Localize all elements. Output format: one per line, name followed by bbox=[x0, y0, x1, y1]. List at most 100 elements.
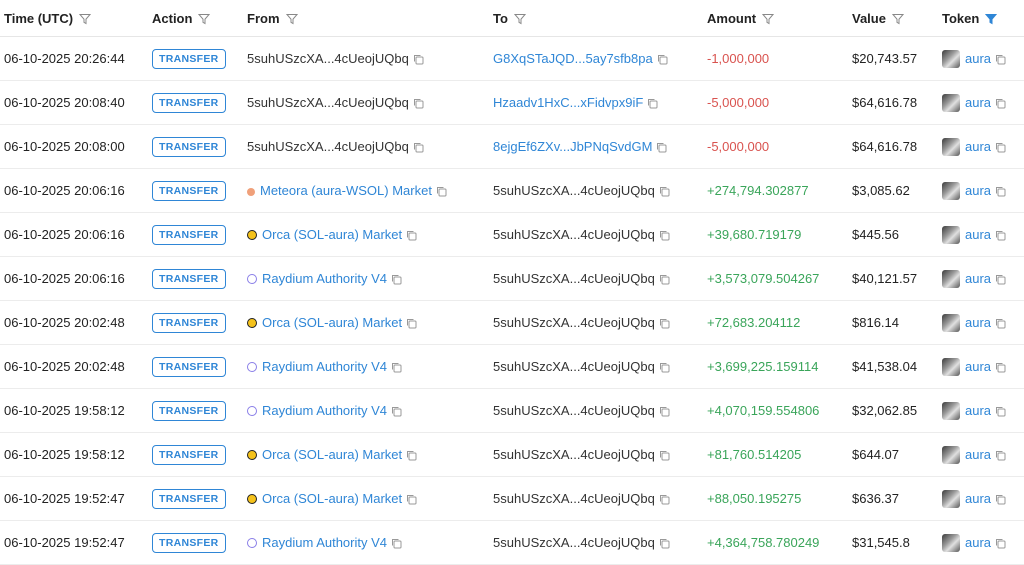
from-address[interactable]: 5suhUSzcXA...4cUeojUQbq bbox=[247, 95, 409, 110]
to-address[interactable]: 5suhUSzcXA...4cUeojUQbq bbox=[493, 227, 655, 242]
action-cell: TRANSFER bbox=[152, 388, 247, 433]
time-text: 06-10-2025 19:52:47 bbox=[4, 491, 125, 506]
from-market-link[interactable]: Raydium Authority V4 bbox=[262, 359, 387, 374]
copy-icon[interactable] bbox=[659, 362, 670, 373]
from-market-link[interactable]: Orca (SOL-aura) Market bbox=[262, 491, 402, 506]
action-cell: TRANSFER bbox=[152, 124, 247, 169]
from-market-link[interactable]: Raydium Authority V4 bbox=[262, 271, 387, 286]
table-row: 06-10-2025 19:58:12 TRANSFER Orca (SOL-a… bbox=[0, 432, 1024, 477]
token-link[interactable]: aura bbox=[965, 535, 991, 550]
copy-icon[interactable] bbox=[647, 98, 658, 109]
copy-icon[interactable] bbox=[406, 318, 417, 329]
from-market-link[interactable]: Raydium Authority V4 bbox=[262, 403, 387, 418]
filter-icon[interactable] bbox=[762, 13, 775, 25]
token-logo bbox=[942, 93, 960, 112]
copy-icon[interactable] bbox=[995, 494, 1006, 505]
from-market-link[interactable]: Raydium Authority V4 bbox=[262, 535, 387, 550]
to-address[interactable]: 5suhUSzcXA...4cUeojUQbq bbox=[493, 535, 655, 550]
token-link[interactable]: aura bbox=[965, 95, 991, 110]
to-address[interactable]: 5suhUSzcXA...4cUeojUQbq bbox=[493, 491, 655, 506]
filter-icon[interactable] bbox=[198, 13, 211, 25]
copy-icon[interactable] bbox=[659, 538, 670, 549]
value-text: $40,121.57 bbox=[852, 271, 918, 286]
copy-icon[interactable] bbox=[406, 494, 417, 505]
token-link[interactable]: aura bbox=[965, 183, 991, 198]
copy-icon[interactable] bbox=[659, 494, 670, 505]
from-address[interactable]: 5suhUSzcXA...4cUeojUQbq bbox=[247, 51, 409, 66]
token-link[interactable]: aura bbox=[965, 271, 991, 286]
copy-icon[interactable] bbox=[406, 450, 417, 461]
amount-text: +3,573,079.504267 bbox=[707, 271, 820, 286]
copy-icon[interactable] bbox=[995, 318, 1006, 329]
token-link[interactable]: aura bbox=[965, 491, 991, 506]
to-address-link[interactable]: Hzaadv1HxC...xFidvpx9iF bbox=[493, 95, 643, 110]
copy-icon[interactable] bbox=[995, 186, 1006, 197]
copy-icon[interactable] bbox=[657, 54, 668, 65]
copy-icon[interactable] bbox=[995, 142, 1006, 153]
copy-icon[interactable] bbox=[995, 54, 1006, 65]
token-link[interactable]: aura bbox=[965, 359, 991, 374]
to-address[interactable]: 5suhUSzcXA...4cUeojUQbq bbox=[493, 183, 655, 198]
to-cell: 5suhUSzcXA...4cUeojUQbq bbox=[493, 168, 707, 213]
to-address-link[interactable]: G8XqSTaJQD...5ay7sfb8pa bbox=[493, 51, 653, 66]
to-address[interactable]: 5suhUSzcXA...4cUeojUQbq bbox=[493, 447, 655, 462]
copy-icon[interactable] bbox=[391, 538, 402, 549]
from-cell: Raydium Authority V4 bbox=[247, 256, 493, 301]
from-market-link[interactable]: Orca (SOL-aura) Market bbox=[262, 447, 402, 462]
copy-icon[interactable] bbox=[995, 274, 1006, 285]
copy-icon[interactable] bbox=[659, 450, 670, 461]
table-row: 06-10-2025 20:02:48 TRANSFER Raydium Aut… bbox=[0, 344, 1024, 389]
copy-icon[interactable] bbox=[995, 450, 1006, 461]
filter-active-icon[interactable] bbox=[985, 13, 998, 25]
to-address[interactable]: 5suhUSzcXA...4cUeojUQbq bbox=[493, 315, 655, 330]
from-market-link[interactable]: Meteora (aura-WSOL) Market bbox=[260, 183, 432, 198]
token-link[interactable]: aura bbox=[965, 139, 991, 154]
copy-icon[interactable] bbox=[659, 406, 670, 417]
copy-icon[interactable] bbox=[413, 98, 424, 109]
from-cell: Orca (SOL-aura) Market bbox=[247, 432, 493, 477]
from-market-link[interactable]: Orca (SOL-aura) Market bbox=[262, 315, 402, 330]
table-row: 06-10-2025 20:26:44 TRANSFER 5suhUSzcXA.… bbox=[0, 36, 1024, 81]
copy-icon[interactable] bbox=[391, 406, 402, 417]
to-cell: 5suhUSzcXA...4cUeojUQbq bbox=[493, 300, 707, 345]
copy-icon[interactable] bbox=[413, 54, 424, 65]
copy-icon[interactable] bbox=[436, 186, 447, 197]
action-cell: TRANSFER bbox=[152, 520, 247, 565]
to-address[interactable]: 5suhUSzcXA...4cUeojUQbq bbox=[493, 403, 655, 418]
copy-icon[interactable] bbox=[659, 186, 670, 197]
to-address[interactable]: 5suhUSzcXA...4cUeojUQbq bbox=[493, 271, 655, 286]
token-link[interactable]: aura bbox=[965, 51, 991, 66]
copy-icon[interactable] bbox=[391, 362, 402, 373]
transfer-badge: TRANSFER bbox=[152, 488, 226, 509]
filter-icon[interactable] bbox=[285, 13, 298, 25]
raydium-icon bbox=[247, 406, 257, 416]
copy-icon[interactable] bbox=[995, 98, 1006, 109]
time-text: 06-10-2025 19:58:12 bbox=[4, 403, 125, 418]
transfer-badge: TRANSFER bbox=[152, 136, 226, 157]
copy-icon[interactable] bbox=[659, 230, 670, 241]
copy-icon[interactable] bbox=[413, 142, 424, 153]
copy-icon[interactable] bbox=[995, 362, 1006, 373]
copy-icon[interactable] bbox=[995, 230, 1006, 241]
filter-icon[interactable] bbox=[891, 13, 904, 25]
copy-icon[interactable] bbox=[406, 230, 417, 241]
copy-icon[interactable] bbox=[659, 274, 670, 285]
copy-icon[interactable] bbox=[656, 142, 667, 153]
filter-icon[interactable] bbox=[513, 13, 526, 25]
token-link[interactable]: aura bbox=[965, 403, 991, 418]
to-address-link[interactable]: 8ejgEf6ZXv...JbPNqSvdGM bbox=[493, 139, 652, 154]
col-from-label: From bbox=[247, 10, 280, 26]
from-address[interactable]: 5suhUSzcXA...4cUeojUQbq bbox=[247, 139, 409, 154]
token-link[interactable]: aura bbox=[965, 315, 991, 330]
copy-icon[interactable] bbox=[995, 406, 1006, 417]
copy-icon[interactable] bbox=[995, 538, 1006, 549]
col-amount-label: Amount bbox=[707, 10, 757, 26]
amount-text: +4,364,758.780249 bbox=[707, 535, 820, 550]
token-link[interactable]: aura bbox=[965, 447, 991, 462]
from-market-link[interactable]: Orca (SOL-aura) Market bbox=[262, 227, 402, 242]
filter-icon[interactable] bbox=[79, 13, 92, 25]
token-link[interactable]: aura bbox=[965, 227, 991, 242]
copy-icon[interactable] bbox=[659, 318, 670, 329]
to-address[interactable]: 5suhUSzcXA...4cUeojUQbq bbox=[493, 359, 655, 374]
copy-icon[interactable] bbox=[391, 274, 402, 285]
